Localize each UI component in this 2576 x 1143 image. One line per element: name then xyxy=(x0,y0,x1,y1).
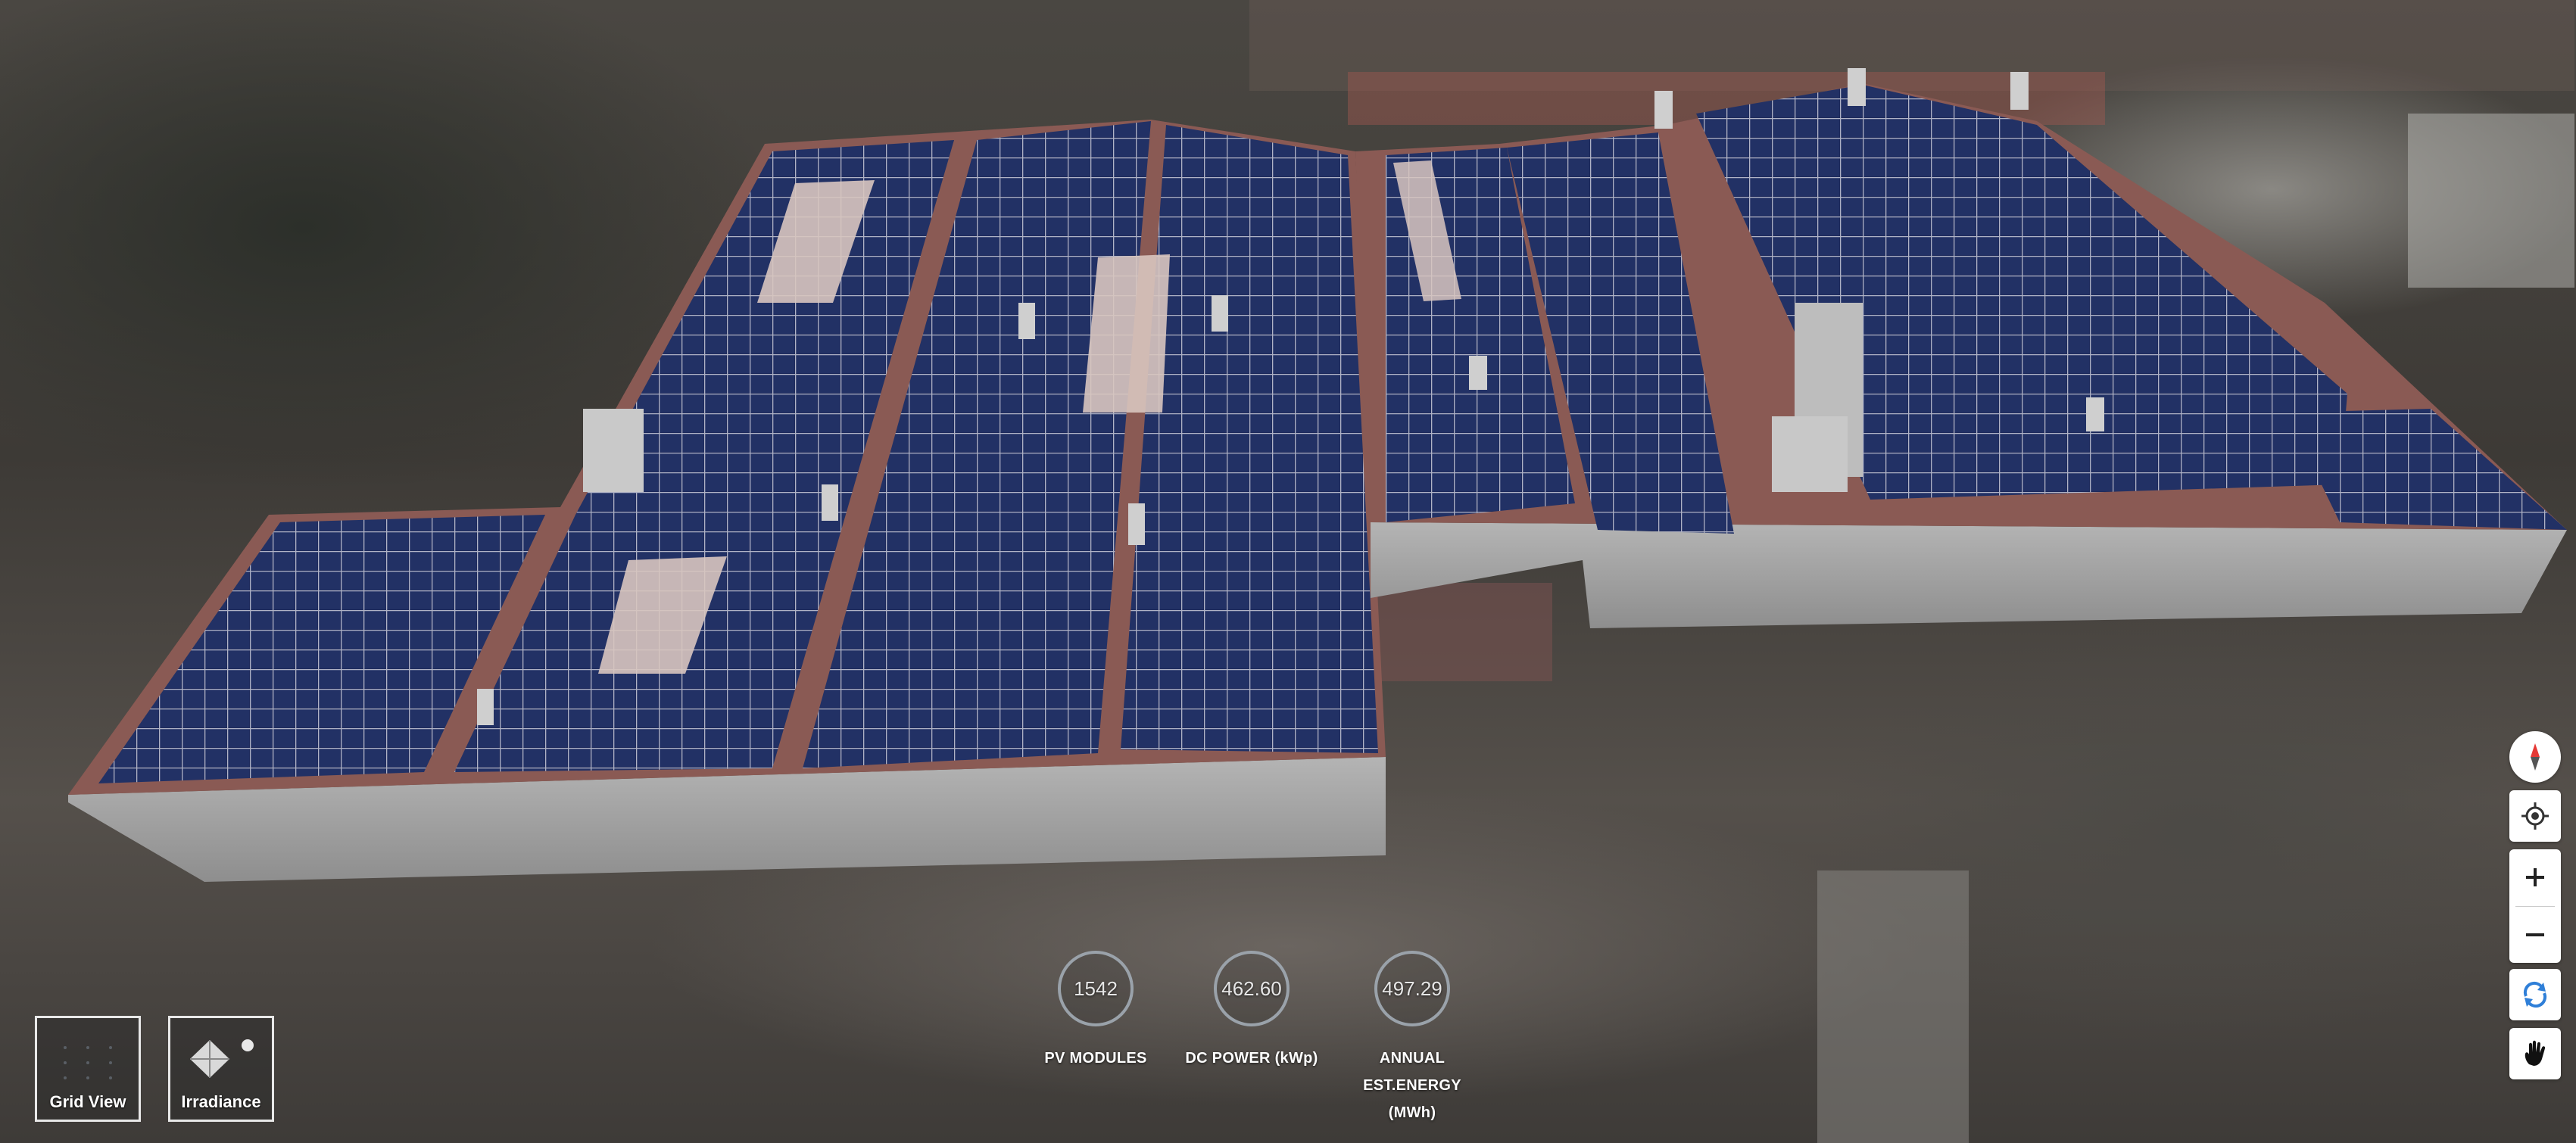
pan-button[interactable] xyxy=(2509,1028,2561,1079)
crosshair-icon xyxy=(2521,802,2549,830)
zoom-in-button[interactable] xyxy=(2509,849,2561,905)
minus-icon xyxy=(2526,933,2544,936)
annual-energy-label-line-2: EST.ENERGY xyxy=(1363,1077,1461,1094)
hand-icon xyxy=(2525,1040,2546,1066)
plus-icon xyxy=(2526,868,2544,886)
irradiance-button[interactable]: Irradiance xyxy=(168,1016,274,1122)
irradiance-icon xyxy=(190,1039,254,1078)
annual-energy-value: 497.29 xyxy=(1374,951,1450,1026)
rotate-icon xyxy=(2523,981,2547,1008)
grid-view-label: Grid View xyxy=(49,1092,126,1111)
annual-energy-label-line-1: ANNUAL xyxy=(1379,1050,1445,1067)
pv-modules-value: 1542 xyxy=(1058,951,1134,1026)
compass-icon xyxy=(2531,743,2540,771)
zoom-controls xyxy=(2509,849,2561,963)
compass-button[interactable] xyxy=(2509,731,2561,783)
stat-annual-energy: 497.29 ANNUAL EST.ENERGY (MWh) xyxy=(1306,951,1518,1126)
grid-view-button[interactable]: Grid View xyxy=(35,1016,141,1122)
grid-icon xyxy=(64,1046,112,1079)
zoom-out-button[interactable] xyxy=(2509,907,2561,963)
rotate-button[interactable] xyxy=(2509,969,2561,1020)
locate-button[interactable] xyxy=(2509,790,2561,842)
irradiance-label: Irradiance xyxy=(181,1092,261,1111)
annual-energy-label-line-3: (MWh) xyxy=(1388,1104,1436,1121)
dc-power-value: 462.60 xyxy=(1214,951,1290,1026)
